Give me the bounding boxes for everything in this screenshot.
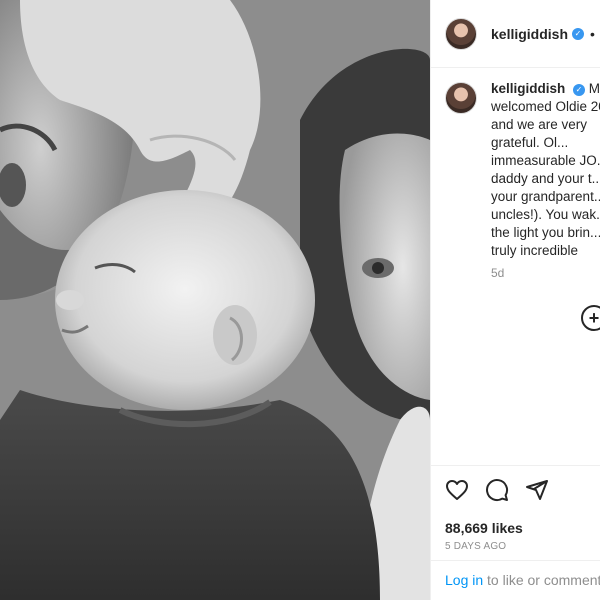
login-link[interactable]: Log in <box>445 572 483 588</box>
comment-button[interactable] <box>485 478 509 502</box>
verified-badge-icon: ✓ <box>572 27 585 40</box>
login-prompt-text: to like or comment <box>483 572 600 588</box>
post-header: kelligiddish ✓ • <box>431 0 600 68</box>
post-photo-image <box>0 0 430 600</box>
speech-bubble-icon <box>486 479 509 502</box>
share-button[interactable] <box>525 478 549 502</box>
caption-avatar[interactable] <box>445 82 477 114</box>
caption-age: 5d <box>491 266 505 280</box>
heart-icon <box>446 480 468 500</box>
caption-verified-badge-icon: ✓ <box>573 84 586 96</box>
post-photo[interactable] <box>0 0 430 600</box>
post-side-panel: kelligiddish ✓ • kelligiddish ✓ M... wel… <box>430 0 600 600</box>
instagram-post: kelligiddish ✓ • kelligiddish ✓ M... wel… <box>0 0 600 600</box>
login-prompt: Log in to like or comment <box>445 572 600 588</box>
login-divider <box>431 560 600 561</box>
post-date: 5 DAYS AGO <box>445 541 507 552</box>
caption: kelligiddish ✓ M... welcomed Oldie 20th … <box>445 80 600 280</box>
actions-divider <box>431 465 600 466</box>
like-button[interactable] <box>445 478 469 502</box>
likes-count[interactable]: 88,669 likes <box>445 520 523 536</box>
caption-username[interactable]: kelligiddish <box>491 81 565 96</box>
author-username[interactable]: kelligiddish <box>491 26 568 42</box>
paper-plane-icon <box>526 480 548 500</box>
caption-text: kelligiddish ✓ M... welcomed Oldie 20th … <box>491 80 600 260</box>
caption-body: kelligiddish ✓ M... welcomed Oldie 20th … <box>491 80 600 280</box>
caption-message: M... welcomed Oldie 20th and we are very… <box>491 81 600 258</box>
action-bar <box>445 478 565 502</box>
plus-circle-icon[interactable]: + <box>581 305 600 331</box>
header-separator: • <box>590 25 595 42</box>
author-avatar[interactable] <box>445 17 477 50</box>
